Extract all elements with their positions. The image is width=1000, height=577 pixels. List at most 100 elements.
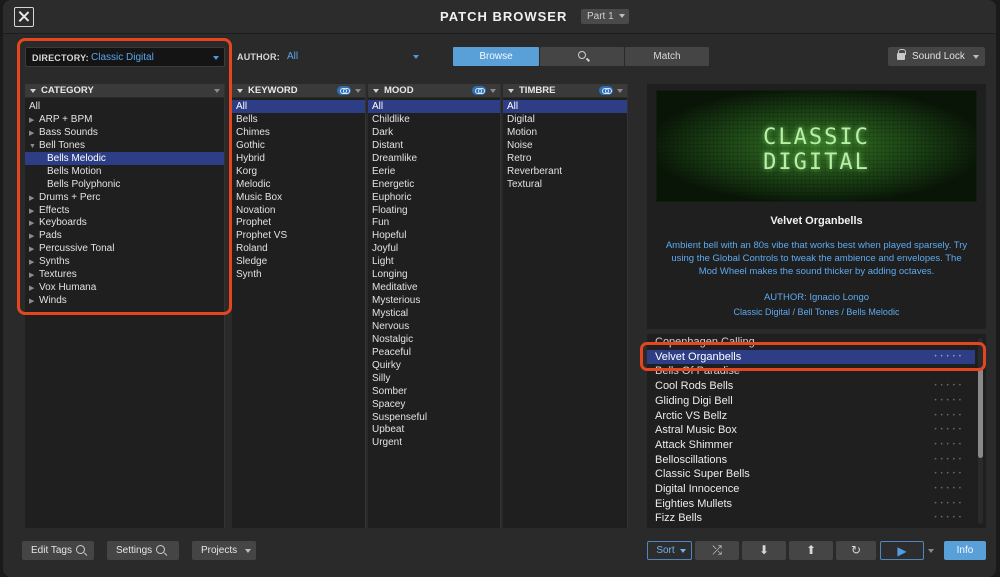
mood-item[interactable]: Upbeat [368,423,500,436]
keyword-item[interactable]: Prophet VS [232,229,365,242]
mood-item[interactable]: Hopeful [368,229,500,242]
patch-result-row[interactable]: Eighties Mullets ••••• [647,497,975,512]
timbre-item[interactable]: Textural [503,178,627,191]
patch-result-row[interactable]: Belloscillations ••••• [647,453,975,468]
mood-item[interactable]: All [368,100,500,113]
timbre-item[interactable]: Reverberant [503,165,627,178]
chevron-down-icon[interactable] [355,89,361,93]
keyword-item[interactable]: All [232,100,365,113]
mood-item[interactable]: Joyful [368,242,500,255]
shuffle-button[interactable]: ⤮ [695,541,739,560]
link-icon[interactable] [472,86,486,95]
category-item[interactable]: ▶ Bass Sounds [25,126,224,139]
category-item[interactable]: ▶ Vox Humana [25,281,224,294]
disclosure-right-icon[interactable]: ▶ [29,127,39,140]
mood-item[interactable]: Distant [368,139,500,152]
category-header[interactable]: CATEGORY [25,84,224,98]
mood-item[interactable]: Suspenseful [368,411,500,424]
timbre-header[interactable]: TIMBRE [503,84,627,98]
directory-dropdown[interactable]: DIRECTORY: Classic Digital [25,47,225,67]
mood-item[interactable]: Nostalgic [368,333,500,346]
mood-item[interactable]: Light [368,255,500,268]
rating-dots[interactable]: ••••• [934,467,965,482]
keyword-item[interactable]: Melodic [232,178,365,191]
mood-item[interactable]: Eerie [368,165,500,178]
rating-dots[interactable]: ••••• [934,482,965,497]
results-scrollbar[interactable] [978,338,983,524]
category-item[interactable]: ▶ Effects [25,204,224,217]
keyword-item[interactable]: Music Box [232,191,365,204]
keyword-item[interactable]: Bells [232,113,365,126]
category-item[interactable]: ▶ Percussive Tonal [25,242,224,255]
patch-result-row[interactable]: Gliding Digi Bell ••••• [647,394,975,409]
mood-item[interactable]: Silly [368,372,500,385]
part-selector[interactable]: Part 1 [581,9,629,24]
keyword-item[interactable]: Roland [232,242,365,255]
mood-item[interactable]: Longing [368,268,500,281]
timbre-item[interactable]: Retro [503,152,627,165]
patch-result-row[interactable]: Classic Super Bells ••••• [647,467,975,482]
chevron-down-icon[interactable] [617,89,623,93]
timbre-item[interactable]: All [503,100,627,113]
keyword-item[interactable]: Sledge [232,255,365,268]
mood-item[interactable]: Childlike [368,113,500,126]
keyword-item[interactable]: Prophet [232,216,365,229]
rating-dots[interactable]: ••••• [934,497,965,512]
mood-item[interactable]: Urgent [368,436,500,449]
keyword-item[interactable]: Gothic [232,139,365,152]
keyword-header[interactable]: KEYWORD [232,84,365,98]
search-tab[interactable] [540,47,624,66]
mood-item[interactable]: Dark [368,126,500,139]
patch-author[interactable]: AUTHOR: Ignacio Longo [647,292,986,303]
mood-item[interactable]: Mystical [368,307,500,320]
previous-patch-button[interactable]: ⬆ [789,541,833,560]
patch-result-row[interactable]: Cool Rods Bells ••••• [647,379,975,394]
category-item[interactable]: ▶ Drums + Perc [25,191,224,204]
patch-result-row[interactable]: Arctic VS Bellz ••••• [647,409,975,424]
keyword-item[interactable]: Hybrid [232,152,365,165]
category-item[interactable]: Bells Melodic [25,151,224,165]
disclosure-right-icon[interactable]: ▶ [29,295,39,308]
patch-result-row[interactable]: Attack Shimmer ••••• [647,438,975,453]
category-item[interactable]: ▶ Winds [25,294,224,307]
close-icon[interactable] [14,7,34,27]
category-item[interactable]: Bells Polyphonic [25,178,224,191]
edit-tags-button[interactable]: Edit Tags [22,541,94,560]
patch-result-row[interactable]: Copenhagen Calling [647,335,975,350]
mood-item[interactable]: Energetic [368,178,500,191]
disclosure-right-icon[interactable]: ▶ [29,114,39,127]
keyword-item[interactable]: Synth [232,268,365,281]
chevron-down-icon[interactable] [214,89,220,93]
mood-item[interactable]: Nervous [368,320,500,333]
mood-header[interactable]: MOOD [368,84,500,98]
keyword-item[interactable]: Korg [232,165,365,178]
chevron-down-icon[interactable] [490,89,496,93]
keyword-item[interactable]: Novation [232,204,365,217]
mood-item[interactable]: Dreamlike [368,152,500,165]
category-item[interactable]: ▶ Synths [25,255,224,268]
info-button[interactable]: Info [944,541,986,560]
mood-item[interactable]: Euphoric [368,191,500,204]
disclosure-down-icon[interactable]: ▼ [29,140,39,153]
category-item[interactable]: ▶ Pads [25,229,224,242]
link-icon[interactable] [337,86,351,95]
patch-result-row[interactable]: Fizz Bells ••••• [647,511,975,526]
rating-dots[interactable]: ••••• [934,511,965,526]
play-button[interactable]: ▶ [880,541,924,560]
patch-result-row[interactable]: Velvet Organbells ••••• [647,349,975,365]
next-patch-button[interactable]: ⬇ [742,541,786,560]
mood-item[interactable]: Peaceful [368,346,500,359]
patch-result-row[interactable]: Digital Innocence ••••• [647,482,975,497]
timbre-item[interactable]: Noise [503,139,627,152]
timbre-item[interactable]: Digital [503,113,627,126]
category-item[interactable]: ▶ ARP + BPM [25,113,224,126]
sound-lock-button[interactable]: Sound Lock [888,47,985,66]
disclosure-right-icon[interactable]: ▶ [29,192,39,205]
author-dropdown[interactable]: AUTHOR: All [232,47,424,67]
mood-item[interactable]: Spacey [368,398,500,411]
rating-dots[interactable]: ••••• [934,453,965,468]
rating-dots[interactable]: ••••• [934,423,965,438]
link-icon[interactable] [599,86,613,95]
rating-dots[interactable]: ••••• [934,350,965,365]
mood-item[interactable]: Floating [368,204,500,217]
